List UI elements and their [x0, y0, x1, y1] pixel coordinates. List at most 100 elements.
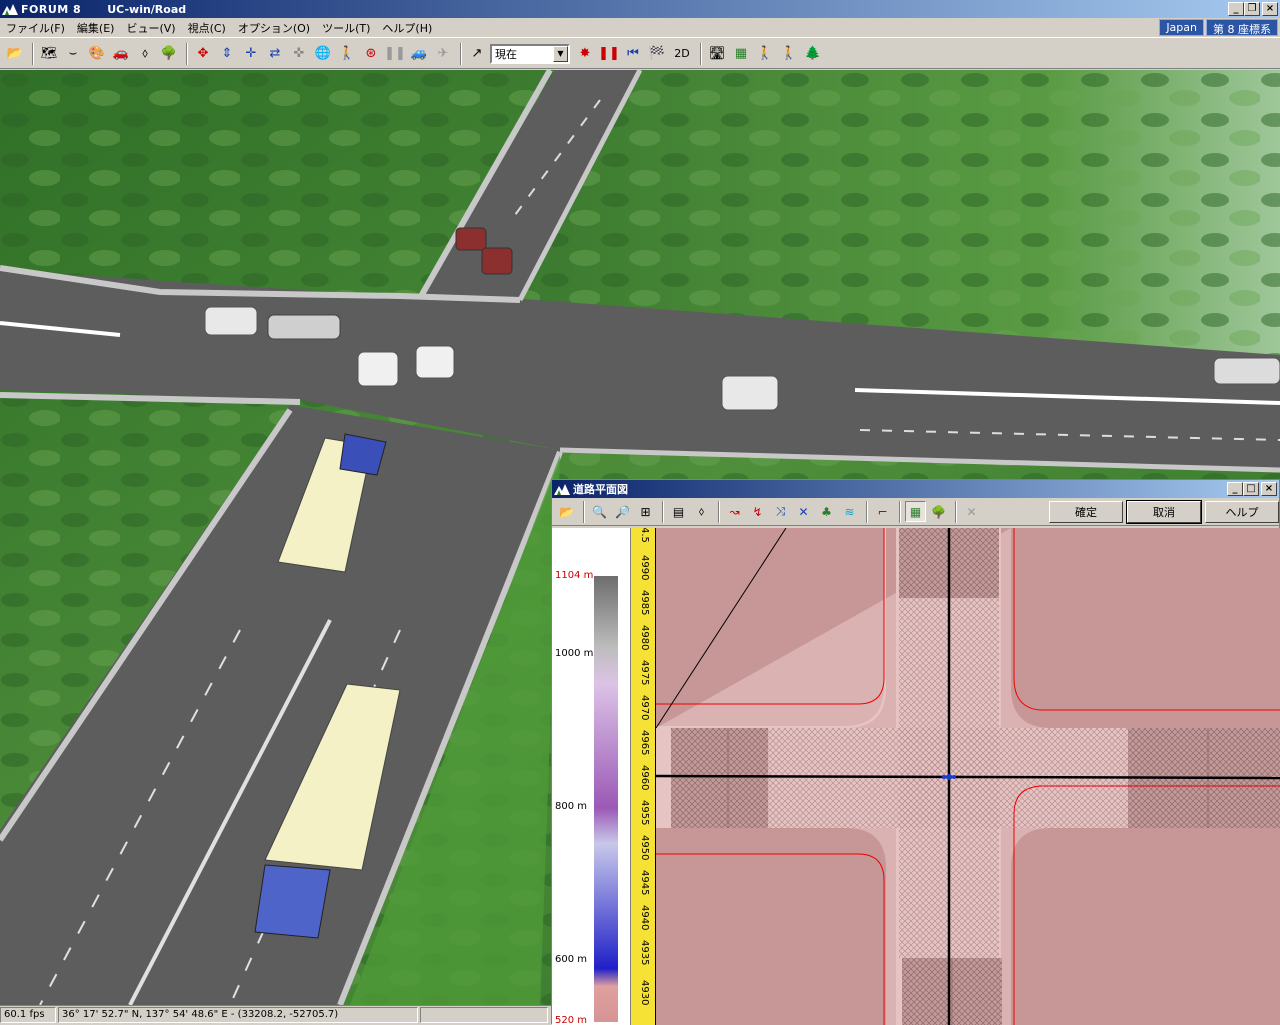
region-indicator[interactable]: Japan [1159, 19, 1204, 36]
menu-edit[interactable]: 編集(E) [71, 20, 121, 36]
car-model [357, 351, 399, 387]
texture-icon[interactable]: 🎨 [86, 43, 108, 65]
globe-icon[interactable]: 🌐 [312, 43, 334, 65]
coord-system-indicator[interactable]: 第 8 座標系 [1206, 19, 1278, 36]
menu-help[interactable]: ヘルプ(H) [376, 20, 438, 36]
help-button[interactable]: ヘルプ [1205, 500, 1279, 523]
road-plan-icon[interactable]: 🛣 [706, 43, 728, 65]
cancel-button[interactable]: 取消 [1126, 499, 1202, 524]
company-name: FORUM 8 [21, 2, 82, 16]
forest-icon[interactable]: ♣ [816, 501, 837, 522]
ruler-label: 4.5 [639, 528, 650, 543]
sign-icon[interactable]: ⬨ [134, 43, 156, 65]
viewpoint-select-value: 現在 [495, 47, 517, 61]
open-folder-icon[interactable]: 📂 [556, 501, 577, 522]
status-empty-cell [420, 1007, 548, 1023]
elevation-move-icon[interactable]: ⇕ [216, 43, 238, 65]
car-model [1213, 357, 1280, 385]
toolbar-separator [186, 42, 188, 65]
mode-2d-button[interactable]: 2D [670, 43, 694, 65]
menu-bar: ファイル(F) 編集(E) ビュー(V) 視点(C) オプション(O) ツール(… [0, 18, 1280, 38]
coordinate-ruler: 4.5 4990 4985 4980 4975 4970 4965 4960 4… [631, 528, 656, 1025]
grid-toggle-icon[interactable]: ▦ [905, 501, 926, 522]
elevation-color-bar [594, 576, 618, 1022]
menu-view[interactable]: ビュー(V) [120, 20, 181, 36]
viewpoint-icon[interactable]: ↗ [466, 43, 488, 65]
road-plan-window[interactable]: 道路平面図 _ □ × 📂 🔍 🔎 ⊞ ▤ ⬨ ↝ ↯ ⤨ ✕ ♣ ≋ ⌐ ▦ … [551, 479, 1280, 1025]
intersection-node[interactable] [952, 775, 956, 779]
grid-map-icon[interactable]: ▦ [730, 43, 752, 65]
road-section-icon[interactable]: ⌣ [62, 43, 84, 65]
sign-edit-icon[interactable]: ⬨ [691, 501, 712, 522]
close-button[interactable]: × [1262, 2, 1278, 16]
plan-minimize-button[interactable]: _ [1227, 482, 1243, 496]
viewpoint-select[interactable]: 現在 ▼ [490, 43, 570, 64]
plan-maximize-button[interactable]: □ [1243, 482, 1259, 496]
ruler-label: 4960 [639, 765, 650, 791]
ruler-label: 4935 [639, 940, 650, 966]
ruler-label: 4970 [639, 695, 650, 721]
tree-icon[interactable]: 🌲 [802, 43, 824, 65]
road-plan-drawing[interactable] [655, 528, 1280, 1025]
branch-road-icon[interactable]: ⤨ [770, 501, 791, 522]
confirm-button[interactable]: 確定 [1049, 500, 1123, 523]
ruler-label: 4980 [639, 625, 650, 651]
drive-mode-icon[interactable]: ⊛ [360, 43, 382, 65]
elevation-max-label: 1104 m [555, 570, 594, 581]
intersection-icon[interactable]: ✕ [793, 501, 814, 522]
rewind-icon[interactable]: ⏮ [622, 43, 644, 65]
pointer-tool-icon[interactable]: ✜ [288, 43, 310, 65]
intersection-node[interactable] [942, 775, 946, 779]
car-view-icon[interactable]: 🚙 [408, 43, 430, 65]
slide-move-icon[interactable]: ⇄ [264, 43, 286, 65]
airplane-icon[interactable]: ✈ [432, 43, 454, 65]
walk-mode-icon[interactable]: 🚶 [336, 43, 358, 65]
car-model [267, 314, 341, 340]
road-plan-title-bar: 道路平面図 _ □ × [552, 480, 1279, 498]
car-model [415, 345, 455, 379]
water-icon[interactable]: ≋ [839, 501, 860, 522]
menu-file[interactable]: ファイル(F) [0, 20, 71, 36]
toolbar-separator [32, 42, 34, 65]
road-plan-canvas[interactable] [655, 528, 1280, 1025]
zoom-out-icon[interactable]: 🔎 [612, 501, 633, 522]
zoom-in-icon[interactable]: 🔍 [589, 501, 610, 522]
toolbar-separator [583, 500, 585, 523]
elevation-label-800: 800 m [555, 801, 588, 812]
tree-place-icon[interactable]: 🌳 [928, 501, 949, 522]
restore-button[interactable]: ❐ [1244, 2, 1260, 16]
vehicle-model-icon[interactable]: 🚗 [110, 43, 132, 65]
tree-model-icon[interactable]: 🌳 [158, 43, 180, 65]
chevron-down-icon[interactable]: ▼ [553, 45, 568, 62]
add-road-icon[interactable]: ↝ [724, 501, 745, 522]
pan-move-icon[interactable]: ✛ [240, 43, 262, 65]
ruler-label: 4950 [639, 835, 650, 861]
menu-options[interactable]: オプション(O) [232, 20, 316, 36]
plan-close-button[interactable]: × [1261, 482, 1277, 496]
zoom-fit-icon[interactable]: ⊞ [635, 501, 656, 522]
menu-viewpoint[interactable]: 視点(C) [182, 20, 232, 36]
position-readout: 36° 17' 52.7" N, 137° 54' 48.6" E - (332… [58, 1007, 418, 1023]
toolbar-separator [460, 42, 462, 65]
person-walk-icon[interactable]: 🚶 [778, 43, 800, 65]
minimize-button[interactable]: _ [1228, 2, 1244, 16]
flag-icon[interactable]: 🏁 [646, 43, 668, 65]
layer-icon[interactable]: ▤ [668, 501, 689, 522]
rotate-view-icon[interactable]: ✥ [192, 43, 214, 65]
measure-icon[interactable]: ⌐ [872, 501, 893, 522]
person-red-icon[interactable]: 🚶 [754, 43, 776, 65]
ruler-label: 4955 [639, 800, 650, 826]
traffic-signal-icon[interactable]: ✸ [574, 43, 596, 65]
ruler-label: 4965 [639, 730, 650, 756]
stop-simulation-icon[interactable]: ❚❚ [598, 43, 620, 65]
terrain-icon[interactable]: 🗺 [38, 43, 60, 65]
menu-tools[interactable]: ツール(T) [316, 20, 376, 36]
toolbar-separator [718, 500, 720, 523]
edit-curve-icon[interactable]: ↯ [747, 501, 768, 522]
intersection-node[interactable] [946, 774, 952, 780]
toolbar-separator [899, 500, 901, 523]
car-model [455, 227, 487, 251]
pause-icon[interactable]: ❚❚ [384, 43, 406, 65]
open-project-icon[interactable]: 📂 [4, 43, 26, 65]
delete-icon[interactable]: ✕ [961, 501, 982, 522]
